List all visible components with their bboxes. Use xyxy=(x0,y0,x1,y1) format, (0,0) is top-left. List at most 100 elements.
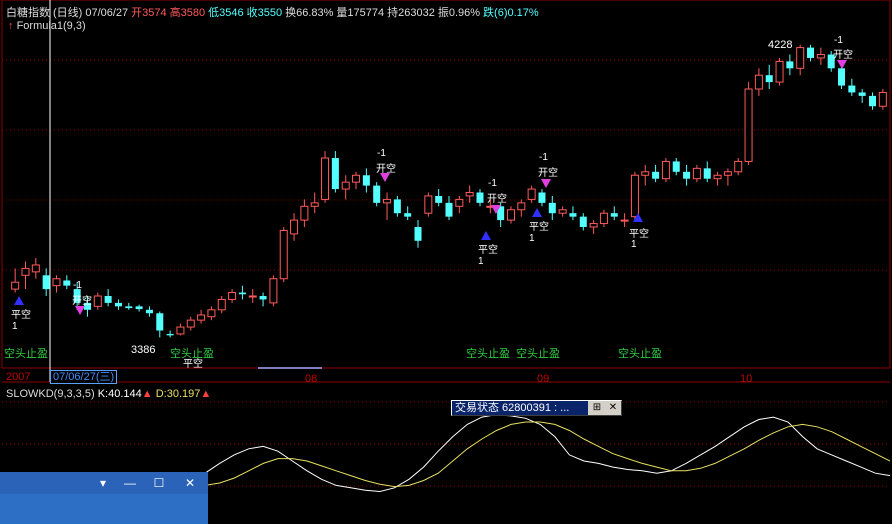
candle-body xyxy=(816,54,825,59)
pin-icon[interactable]: ⊞ xyxy=(590,402,604,414)
formula-arrow-icon: ↑ xyxy=(8,20,14,32)
candle xyxy=(465,185,474,203)
candle xyxy=(352,171,361,190)
candle-body xyxy=(796,47,805,69)
low-mark-label: 3386 xyxy=(131,344,156,356)
chg-value: 0.17% xyxy=(507,7,539,19)
candle-body xyxy=(672,161,680,172)
kd-k-line xyxy=(204,414,891,493)
candle xyxy=(166,330,174,338)
candle-body xyxy=(31,264,40,273)
candle xyxy=(269,275,278,307)
candle-body xyxy=(341,181,350,190)
candle-body xyxy=(352,174,361,183)
candle xyxy=(765,64,773,89)
candle xyxy=(414,220,422,248)
candle xyxy=(310,192,319,214)
candle-body xyxy=(424,195,433,214)
candle-body xyxy=(610,213,618,217)
kd-title: SLOWKD(9,3,3,5) xyxy=(6,388,95,400)
candle-body xyxy=(630,174,639,218)
candle xyxy=(641,164,650,186)
candle-body xyxy=(435,195,443,203)
candle-body xyxy=(445,202,453,217)
candle-body xyxy=(569,213,577,217)
kline-chart xyxy=(1,0,891,493)
stop-label-3: 空头止盈 xyxy=(466,348,510,360)
close-icon[interactable]: ✕ xyxy=(606,402,620,414)
volume-label: 量 xyxy=(336,7,348,19)
candle xyxy=(248,289,257,303)
candle xyxy=(341,175,350,200)
open-short-marker xyxy=(75,306,85,315)
symbol-name: 白糖指数 xyxy=(6,7,50,19)
close-window-icon[interactable]: ✕ xyxy=(179,475,201,491)
candle-body xyxy=(641,171,650,176)
candle-body xyxy=(723,171,732,176)
candle-body xyxy=(558,209,567,214)
kd-lines xyxy=(204,414,891,493)
candle-body xyxy=(383,198,392,204)
signal-value: -1 xyxy=(488,178,497,189)
candle-body xyxy=(878,91,887,107)
candle xyxy=(848,78,856,96)
signal-marks xyxy=(14,60,847,315)
candle-body xyxy=(754,74,763,90)
candle xyxy=(156,311,164,338)
amp-label: 振 xyxy=(437,7,449,19)
formula-label[interactable]: ↑ Formula1(9,3) xyxy=(8,20,86,32)
candle xyxy=(692,164,701,183)
open-short-marker xyxy=(837,60,847,69)
amp-value: 0.96% xyxy=(448,7,481,19)
trade-status-panel[interactable]: 交易状态 62800391 : ... ⊞ ✕ xyxy=(451,400,622,416)
candle-body xyxy=(321,157,330,200)
oi-value: 263032 xyxy=(398,7,435,19)
signal-value: 1 xyxy=(631,239,637,250)
signal-value: -1 xyxy=(539,152,548,163)
minimize-icon[interactable]: — xyxy=(119,475,141,491)
candle-body xyxy=(807,47,815,58)
candle-body xyxy=(228,292,237,300)
candle-body xyxy=(259,296,267,300)
candle xyxy=(207,306,216,321)
candle xyxy=(373,182,381,207)
maximize-icon[interactable]: ☐ xyxy=(148,475,170,491)
candle xyxy=(652,164,660,183)
candle xyxy=(228,289,237,303)
candle-body xyxy=(589,223,598,228)
candle xyxy=(620,213,629,227)
candle xyxy=(796,44,805,76)
candle-body xyxy=(362,175,370,186)
candle xyxy=(569,206,577,221)
candle xyxy=(744,82,753,165)
candle-body xyxy=(135,306,143,310)
candle-body xyxy=(166,333,174,336)
candle xyxy=(630,171,639,221)
candle xyxy=(589,220,598,234)
candle-body xyxy=(848,85,856,93)
candle-body xyxy=(63,280,71,286)
close-value: 3550 xyxy=(257,7,283,19)
candle-body xyxy=(713,174,722,180)
candle-body xyxy=(455,198,464,207)
trade-status-title[interactable]: 交易状态 62800391 : ... xyxy=(452,401,588,415)
candle xyxy=(517,199,526,217)
k-up-icon: ▲ xyxy=(141,388,153,400)
candle xyxy=(869,92,877,110)
candle xyxy=(878,89,887,110)
signal-value: 1 xyxy=(529,233,535,244)
candle xyxy=(683,164,691,186)
minimized-window-titlebar[interactable]: ▾ — ☐ ✕ xyxy=(0,472,208,494)
candle-body xyxy=(93,295,102,307)
candle xyxy=(331,151,339,193)
candle xyxy=(579,213,587,231)
price-pane-border xyxy=(1,0,891,369)
candle-body xyxy=(786,61,794,69)
candle xyxy=(723,168,732,186)
minimized-window[interactable]: ▾ — ☐ ✕ xyxy=(0,472,208,524)
turnover-label: 换 xyxy=(285,7,297,19)
candle-body xyxy=(661,160,670,180)
stop-label-1: 空头止盈 xyxy=(4,348,48,360)
dropdown-icon[interactable]: ▾ xyxy=(92,475,114,491)
candle xyxy=(362,168,370,193)
